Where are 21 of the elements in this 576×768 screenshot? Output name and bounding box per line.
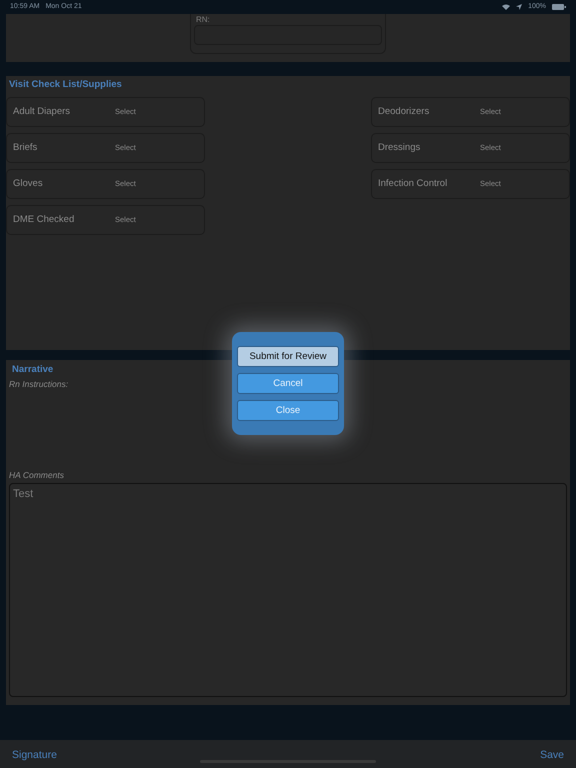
checklist-title: Visit Check List/Supplies [8, 79, 122, 91]
location-arrow-icon [516, 4, 522, 10]
item-label: Infection Control [378, 176, 448, 191]
ha-comments-field[interactable]: Test [9, 483, 567, 697]
dialog-button[interactable]: Submit for Review [237, 346, 339, 367]
battery-icon [552, 4, 566, 10]
dialog-button[interactable]: Close [237, 400, 339, 421]
dialog-button[interactable]: Cancel [237, 373, 339, 394]
wifi-icon [502, 4, 510, 10]
item-label: Gloves [13, 176, 44, 191]
item-label: Dressings [378, 140, 422, 155]
narrative-title: Narrative [11, 364, 54, 376]
save-link[interactable]: Save [540, 748, 564, 764]
rn-instructions-label: Rn Instructions: [9, 379, 68, 390]
item-label: DME Checked [13, 212, 76, 227]
item-label: Adult Diapers [13, 104, 72, 119]
item-label: Deodorizers [378, 104, 430, 119]
ha-comments-label: HA Comments [9, 470, 64, 481]
signature-link[interactable]: Signature [12, 748, 57, 764]
rn-label: RN: [196, 15, 211, 25]
item-label: Briefs [13, 140, 38, 155]
